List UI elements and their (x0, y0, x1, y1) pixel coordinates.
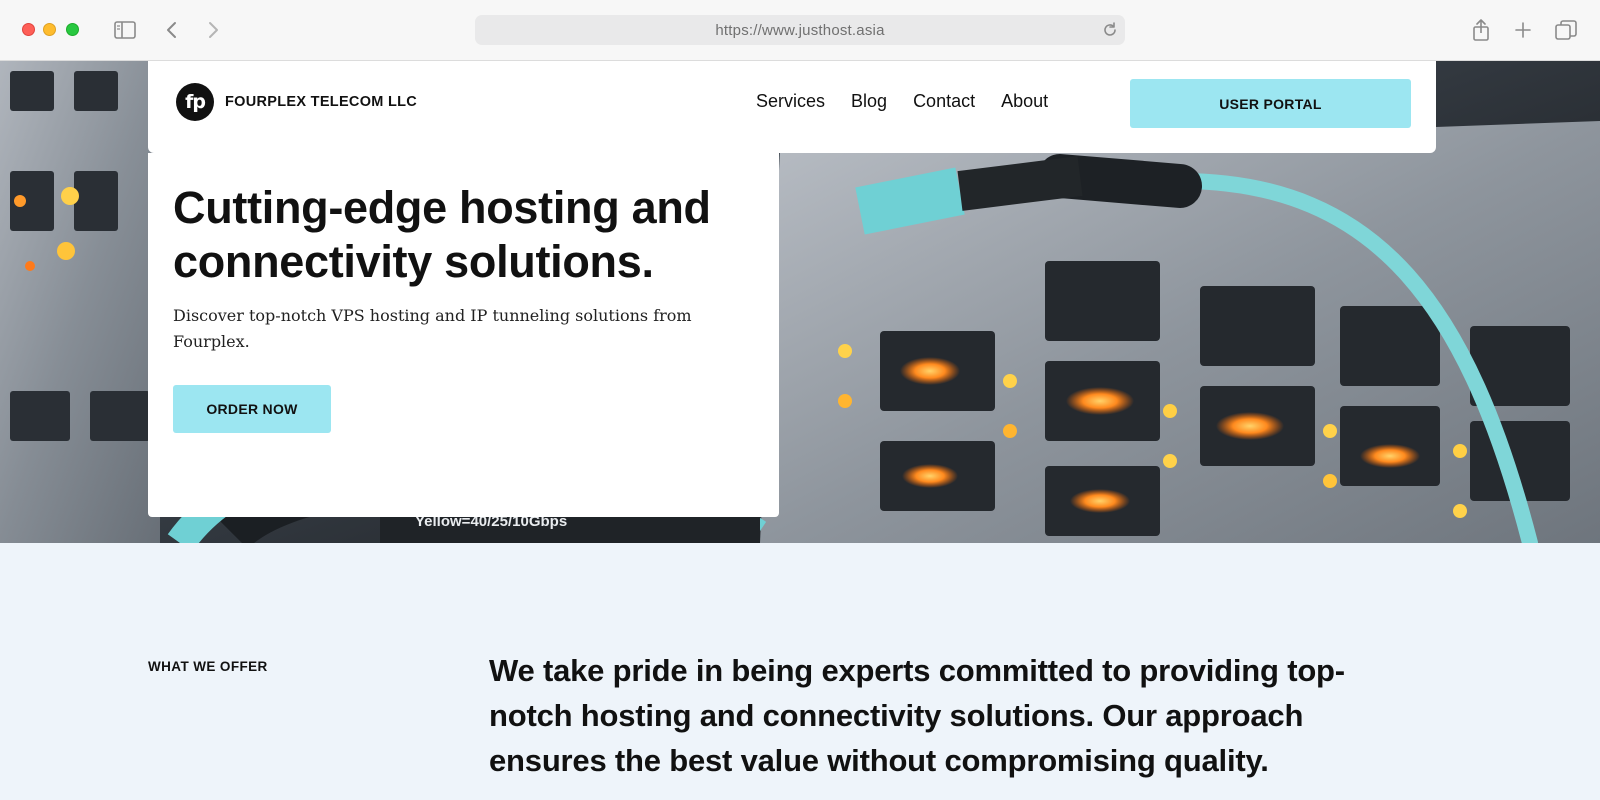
new-tab-icon[interactable] (1510, 17, 1536, 43)
main-nav: Services Blog Contact About (756, 91, 1074, 112)
nav-link-blog[interactable]: Blog (851, 91, 887, 112)
section-label: WHAT WE OFFER (148, 659, 268, 674)
nav-link-services[interactable]: Services (756, 91, 825, 112)
user-portal-button[interactable]: USER PORTAL (1130, 79, 1411, 128)
brand[interactable]: fp FOURPLEX TELECOM LLC (176, 83, 417, 121)
reload-icon[interactable] (1101, 21, 1119, 44)
minimize-window-button[interactable] (43, 23, 56, 36)
site-header: fp FOURPLEX TELECOM LLC Services Blog Co… (148, 61, 1436, 153)
hero-card: Cutting-edge hosting and connectivity so… (148, 153, 779, 517)
logo-icon: fp (176, 83, 214, 121)
hero-section: Yellow=40/25/10Gbps fp FOURPLEX TELECOM … (0, 61, 1600, 543)
hero-title: Cutting-edge hosting and connectivity so… (173, 182, 711, 287)
zoom-window-button[interactable] (66, 23, 79, 36)
forward-icon[interactable] (200, 17, 226, 43)
share-icon[interactable] (1468, 17, 1494, 43)
nav-link-contact[interactable]: Contact (913, 91, 975, 112)
webpage: Yellow=40/25/10Gbps fp FOURPLEX TELECOM … (0, 61, 1600, 800)
url-text: https://www.justhost.asia (715, 21, 885, 39)
tabs-overview-icon[interactable] (1553, 17, 1579, 43)
sidebar-icon[interactable] (112, 17, 138, 43)
close-window-button[interactable] (22, 23, 35, 36)
address-bar[interactable]: https://www.justhost.asia (475, 15, 1125, 45)
offer-statement: We take pride in being experts committed… (489, 653, 1345, 778)
nav-link-about[interactable]: About (1001, 91, 1048, 112)
offer-section: WHAT WE OFFER We take pride in being exp… (0, 543, 1600, 800)
browser-toolbar: https://www.justhost.asia (0, 0, 1600, 61)
back-icon[interactable] (159, 17, 185, 43)
order-now-button[interactable]: ORDER NOW (173, 385, 331, 433)
hero-description: Discover top-notch VPS hosting and IP tu… (173, 306, 692, 351)
company-name: FOURPLEX TELECOM LLC (225, 94, 418, 110)
